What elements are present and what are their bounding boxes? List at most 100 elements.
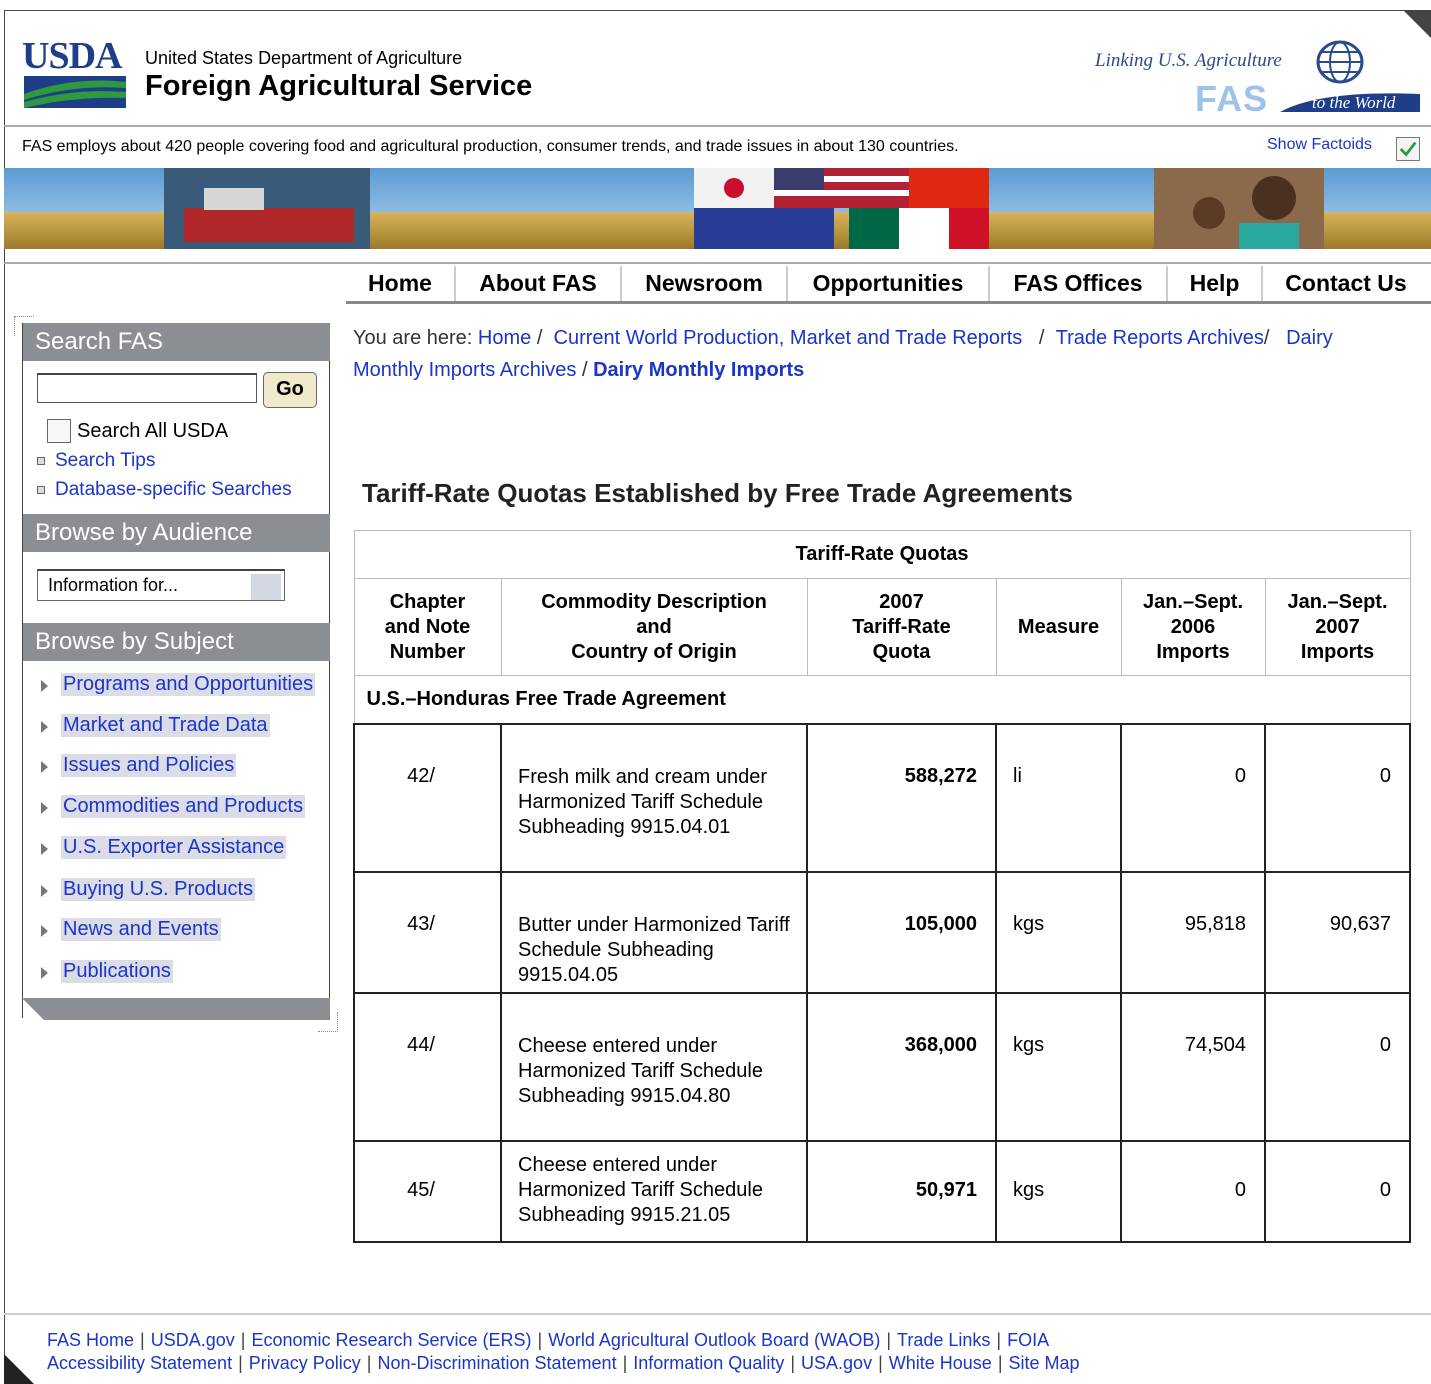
- nav-help[interactable]: Help: [1168, 266, 1263, 302]
- imports-2007: 0: [1264, 991, 1411, 1142]
- imports-2006: 95,818: [1120, 870, 1266, 994]
- footer-divider: [4, 1313, 1431, 1315]
- main-nav: Home About FAS Newsroom Opportunities FA…: [346, 266, 1429, 302]
- footer-links-row-1: FAS Home | USDA.gov | Economic Research Serv…: [47, 1330, 1050, 1350]
- subject-heading-label: Browse by Subject: [35, 628, 234, 655]
- chevron-down-icon[interactable]: [251, 574, 281, 600]
- checkmark-icon: [1399, 141, 1417, 157]
- globe-icon: [1316, 40, 1364, 84]
- agreement-row: U.S.–Honduras Free Trade Agreement: [353, 675, 1411, 724]
- search-tips-link[interactable]: Search Tips: [55, 450, 155, 472]
- subject-market-data-link[interactable]: Market and Trade Data: [61, 714, 270, 737]
- subject-programs-link[interactable]: Programs and Opportunities: [61, 673, 316, 696]
- measure: li: [995, 722, 1122, 873]
- triangle-right-icon: [41, 885, 48, 897]
- footer-accessibility[interactable]: Accessibility Statement: [47, 1353, 232, 1373]
- triangle-right-icon: [41, 721, 48, 733]
- footer-usda-gov[interactable]: USDA.gov: [151, 1330, 235, 1350]
- go-button[interactable]: Go: [263, 372, 317, 408]
- breadcrumb-home[interactable]: Home: [478, 327, 531, 349]
- col-header-line: Commodity Description: [541, 590, 767, 613]
- audience-heading: Browse by Audience: [23, 514, 330, 552]
- page-title: Tariff-Rate Quotas Established by Free T…: [362, 478, 1073, 508]
- commodity-description: Cheese entered under Harmonized Tariff S…: [500, 991, 808, 1142]
- footer-non-discrimination[interactable]: Non-Discrimination Statement: [377, 1353, 616, 1373]
- breadcrumb-archives[interactable]: Archives: [1187, 327, 1264, 349]
- footer-fas-home[interactable]: FAS Home: [47, 1330, 134, 1350]
- col-header-commodity: Commodity Description and Country of Ori…: [500, 578, 808, 676]
- bullet-icon: [37, 457, 45, 465]
- measure: kgs: [995, 870, 1122, 994]
- table-caption: Tariff-Rate Quotas: [353, 530, 1411, 579]
- bullet-icon: [37, 486, 45, 494]
- imports-2006: 0: [1120, 1139, 1266, 1243]
- search-heading: Search FAS: [23, 323, 330, 361]
- search-heading-label: Search FAS: [35, 328, 164, 355]
- subject-exporter-link[interactable]: U.S. Exporter Assistance: [61, 836, 287, 859]
- breadcrumb-trade-reports[interactable]: Trade Reports: [1056, 327, 1183, 349]
- col-header-line: 2007: [879, 590, 924, 613]
- imports-2007: 0: [1264, 722, 1411, 873]
- col-header-line: 2007: [1315, 615, 1360, 638]
- footer-usa-gov[interactable]: USA.gov: [801, 1353, 872, 1373]
- triangle-right-icon: [41, 967, 48, 979]
- usda-logo-text: USDA: [22, 35, 122, 77]
- nav-home[interactable]: Home: [346, 266, 456, 302]
- col-header-line: Country of Origin: [571, 640, 737, 663]
- footer-foia[interactable]: FOIA: [1007, 1330, 1049, 1350]
- audience-select[interactable]: Information for...: [37, 569, 285, 601]
- subject-buying-link[interactable]: Buying U.S. Products: [61, 878, 256, 901]
- nav-newsroom[interactable]: Newsroom: [622, 266, 788, 302]
- footer-site-map[interactable]: Site Map: [1009, 1353, 1080, 1373]
- show-factoids-link[interactable]: Show Factoids: [1267, 136, 1372, 154]
- breadcrumb-prefix: You are here:: [353, 327, 473, 349]
- database-searches-link[interactable]: Database-specific Searches: [55, 479, 292, 501]
- usda-logo-stripes: [24, 76, 126, 108]
- nav-about-fas[interactable]: About FAS: [456, 266, 622, 302]
- audience-heading-label: Browse by Audience: [35, 519, 253, 546]
- col-header-line: Jan.–Sept.: [1287, 590, 1388, 613]
- commodity-description: Fresh milk and cream under Harmonized Ta…: [500, 722, 808, 873]
- col-header-line: and Note: [384, 615, 471, 638]
- department-name: United States Department of Agriculture: [145, 48, 463, 68]
- imports-2007: 90,637: [1264, 870, 1411, 994]
- tagline-end: to the World: [1312, 93, 1396, 112]
- search-all-usda-checkbox[interactable]: [47, 419, 71, 443]
- note-number: 45/: [353, 1139, 502, 1243]
- col-header-imports-2006: Jan.–Sept. 2006 Imports: [1120, 578, 1266, 676]
- subject-publications-link[interactable]: Publications: [61, 960, 173, 983]
- imports-2006: 0: [1120, 722, 1266, 873]
- table-row: 43/ Butter under Harmonized Tariff Sched…: [353, 870, 1411, 994]
- footer-ers[interactable]: Economic Research Service (ERS): [251, 1330, 531, 1350]
- breadcrumb-world-reports[interactable]: Current World Production, Market and Tra…: [554, 327, 1023, 349]
- footer-white-house[interactable]: White House: [889, 1353, 992, 1373]
- note-number: 42/: [353, 722, 502, 873]
- subject-issues-link[interactable]: Issues and Policies: [61, 754, 237, 777]
- nav-fas-offices[interactable]: FAS Offices: [990, 266, 1168, 302]
- tariff-rate-quota: 588,272: [806, 722, 997, 873]
- sidebar: Search FAS Go Search All USDA Search Tip…: [22, 323, 330, 1018]
- triangle-right-icon: [41, 843, 48, 855]
- triangle-right-icon: [41, 802, 48, 814]
- usda-logo[interactable]: USDA: [22, 35, 128, 110]
- search-input[interactable]: [37, 373, 257, 403]
- footer-waob[interactable]: World Agricultural Outlook Board (WAOB): [548, 1330, 880, 1350]
- nav-contact-us[interactable]: Contact Us: [1263, 266, 1429, 302]
- factoid-text: FAS employs about 420 people covering fo…: [22, 138, 959, 155]
- frame-corner-top-right: [1403, 10, 1431, 38]
- triangle-right-icon: [41, 680, 48, 692]
- subject-heading: Browse by Subject: [23, 623, 330, 661]
- subject-news-link[interactable]: News and Events: [61, 918, 221, 941]
- nav-underline: [346, 301, 1431, 304]
- footer-links-row-2: Accessibility Statement | Privacy Policy | N…: [47, 1353, 1080, 1373]
- footer-trade-links[interactable]: Trade Links: [897, 1330, 990, 1350]
- measure: kgs: [995, 1139, 1122, 1243]
- footer-information-quality[interactable]: Information Quality: [633, 1353, 784, 1373]
- banner-image: [4, 168, 1431, 249]
- col-header-chapter: Chapter and Note Number: [353, 578, 502, 676]
- tariff-rate-quota: 105,000: [806, 870, 997, 994]
- show-factoids-checkbox[interactable]: [1396, 137, 1420, 161]
- footer-privacy[interactable]: Privacy Policy: [249, 1353, 361, 1373]
- nav-opportunities[interactable]: Opportunities: [788, 266, 990, 302]
- subject-commodities-link[interactable]: Commodities and Products: [61, 795, 306, 818]
